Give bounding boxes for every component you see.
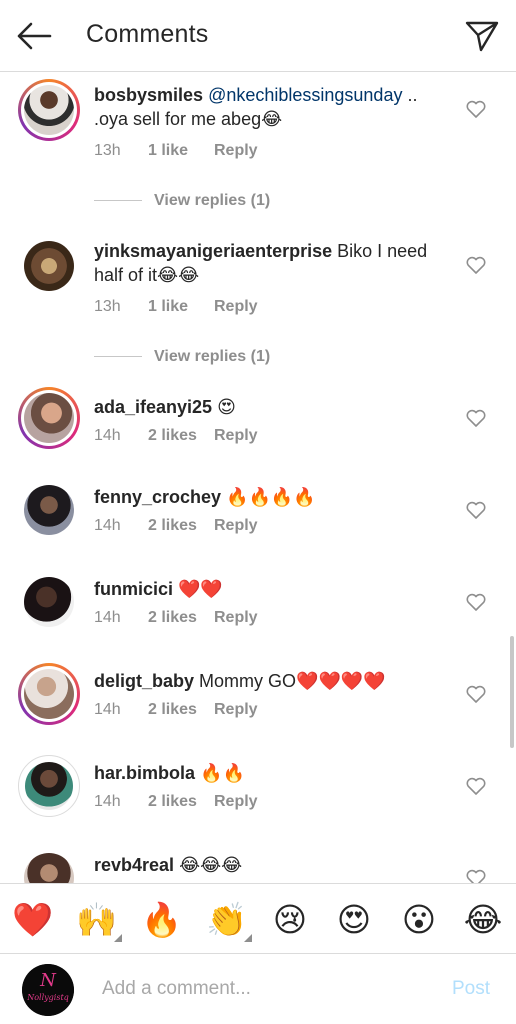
comment-meta: 14h 2 likes Reply (94, 701, 258, 719)
view-replies-label: View replies (1) (154, 192, 271, 209)
top-bar: Comments (0, 0, 516, 72)
comment-meta: 13h 1 like Reply (94, 298, 258, 316)
emoji-tears-of-joy[interactable]: 😂 (463, 900, 503, 940)
emoji-heart[interactable]: ❤️ (12, 900, 53, 940)
comment-body: 🔥🔥🔥🔥 (221, 487, 316, 507)
reply-button[interactable]: Reply (214, 298, 258, 316)
emoji-quick-bar: ❤️ 🙌 🔥 👏 😢 😍 😮 😂 (0, 883, 516, 953)
reply-button[interactable]: Reply (214, 427, 258, 445)
skin-tone-indicator (244, 934, 252, 942)
like-count[interactable]: 2 likes (148, 793, 214, 811)
comment-text: ada_ifeanyi25 😍 (94, 395, 450, 419)
avatar[interactable] (18, 387, 80, 449)
comment-body: 😂😂😂 (174, 855, 243, 875)
emoji-raising-hands-glyph: 🙌 (76, 901, 118, 938)
like-count[interactable]: 2 likes (148, 609, 214, 627)
like-count[interactable]: 2 likes (148, 701, 214, 719)
comment-meta: 14h 2 likes Reply (94, 427, 258, 445)
avatar[interactable] (18, 79, 80, 141)
heart-icon[interactable] (466, 777, 486, 795)
heart-icon[interactable] (466, 501, 486, 519)
comment-time: 13h (94, 298, 121, 315)
reply-button[interactable]: Reply (214, 701, 258, 719)
heart-icon[interactable] (466, 100, 486, 118)
skin-tone-indicator (114, 934, 122, 942)
like-count[interactable]: 2 likes (148, 517, 214, 535)
comment-text: funmicici ❤️❤️ (94, 577, 450, 601)
comment-meta: 14h 2 likes Reply (94, 517, 258, 535)
comment-list[interactable]: bosbysmiles @nkechiblessingsunday .. .oy… (0, 73, 516, 883)
avatar[interactable] (18, 571, 80, 633)
like-count[interactable]: 1 like (148, 298, 214, 316)
emoji-surprised[interactable]: 😮 (399, 900, 439, 940)
page-title: Comments (86, 20, 209, 48)
comment-text: bosbysmiles @nkechiblessingsunday .. .oy… (94, 83, 450, 131)
emoji-clapping-hands-glyph: 👏 (206, 901, 248, 938)
comment-text: fenny_crochey 🔥🔥🔥🔥 (94, 485, 450, 509)
avatar[interactable] (18, 847, 80, 883)
heart-icon[interactable] (466, 869, 486, 883)
comment-username[interactable]: yinksmayanigeriaenterprise (94, 241, 332, 261)
comment-username[interactable]: har.bimbola (94, 763, 195, 783)
emoji-raising-hands[interactable]: 🙌 (76, 900, 122, 942)
like-count[interactable]: 1 like (148, 142, 214, 160)
comment-time: 14h (94, 701, 121, 718)
comment-composer: N Nollygistq Post (0, 953, 516, 1024)
comment-body: 🔥🔥 (195, 763, 245, 783)
comment-body: 😍 (212, 397, 236, 417)
comment-time: 14h (94, 793, 121, 810)
emoji-fire[interactable]: 🔥 (141, 900, 182, 940)
avatar[interactable] (18, 663, 80, 725)
logo-icon: N Nollygistq (22, 964, 74, 1016)
comment-body: Mommy GO❤️❤️❤️❤️ (194, 671, 386, 691)
view-replies-label: View replies (1) (154, 348, 271, 365)
heart-icon[interactable] (466, 593, 486, 611)
post-button[interactable]: Post (452, 978, 490, 1000)
avatar[interactable] (18, 235, 80, 297)
current-user-avatar: N Nollygistq (22, 964, 74, 1016)
svg-text:N: N (39, 970, 57, 991)
emoji-clapping-hands[interactable]: 👏 (206, 900, 252, 942)
comment-time: 13h (94, 142, 121, 159)
comment-username[interactable]: revb4real (94, 855, 174, 875)
comment-text: revb4real 😂😂😂 (94, 853, 450, 877)
heart-icon[interactable] (466, 409, 486, 427)
scrollbar[interactable] (510, 636, 514, 748)
comment-text: yinksmayanigeriaenterprise Biko I need h… (94, 239, 450, 287)
heart-icon[interactable] (466, 256, 486, 274)
emoji-heart-eyes[interactable]: 😍 (334, 900, 374, 940)
comment-text: har.bimbola 🔥🔥 (94, 761, 450, 785)
divider (94, 356, 142, 358)
comment-input[interactable] (102, 974, 402, 1004)
comment-username[interactable]: funmicici (94, 579, 173, 599)
mention-link[interactable]: @nkechiblessingsunday (208, 85, 402, 105)
paper-plane-icon[interactable] (464, 18, 500, 54)
comment-time: 14h (94, 609, 121, 626)
comment-text: deligt_baby Mommy GO❤️❤️❤️❤️ (94, 669, 450, 693)
reply-button[interactable]: Reply (214, 517, 258, 535)
heart-icon[interactable] (466, 685, 486, 703)
comment-body: ❤️❤️ (173, 579, 223, 599)
emoji-crying[interactable]: 😢 (270, 900, 310, 940)
view-replies-link[interactable]: View replies (1) (94, 348, 270, 366)
divider (94, 200, 142, 202)
arrow-left-icon[interactable] (16, 20, 52, 52)
view-replies-link[interactable]: View replies (1) (94, 192, 270, 210)
reply-button[interactable]: Reply (214, 142, 258, 160)
like-count[interactable]: 2 likes (148, 427, 214, 445)
avatar[interactable] (18, 479, 80, 541)
comment-username[interactable]: fenny_crochey (94, 487, 221, 507)
comment-time: 14h (94, 427, 121, 444)
reply-button[interactable]: Reply (214, 793, 258, 811)
avatar[interactable] (18, 755, 80, 817)
comment-time: 14h (94, 517, 121, 534)
reply-button[interactable]: Reply (214, 609, 258, 627)
comment-meta: 14h 2 likes Reply (94, 609, 258, 627)
comment-meta: 14h 2 likes Reply (94, 793, 258, 811)
comment-username[interactable]: ada_ifeanyi25 (94, 397, 212, 417)
svg-text:Nollygistq: Nollygistq (26, 993, 69, 1002)
comment-meta: 13h 1 like Reply (94, 142, 258, 160)
comment-username[interactable]: deligt_baby (94, 671, 194, 691)
comment-username[interactable]: bosbysmiles (94, 85, 203, 105)
